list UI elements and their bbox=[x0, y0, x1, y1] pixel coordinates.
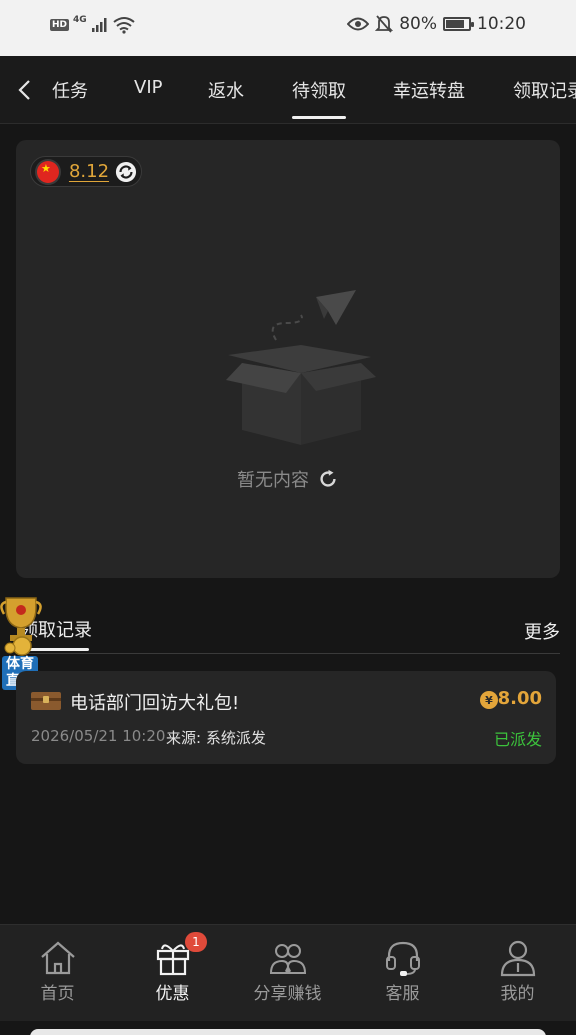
treasure-chest-icon bbox=[31, 692, 61, 710]
hd-badge: HD bbox=[50, 19, 70, 31]
nav-support[interactable]: 客服 bbox=[345, 925, 460, 1022]
nav-label: 优惠 bbox=[155, 984, 190, 1004]
eye-icon bbox=[347, 17, 370, 31]
tab-claim-history[interactable]: 领取记录 bbox=[513, 77, 576, 103]
signal-icon bbox=[91, 18, 107, 32]
tab-tasks[interactable]: 任务 bbox=[52, 77, 88, 103]
divider bbox=[16, 653, 560, 654]
nav-label: 分享赚钱 bbox=[253, 984, 322, 1004]
mute-bell-icon bbox=[375, 15, 394, 33]
balance-value: 8.12 bbox=[68, 161, 110, 182]
wifi-icon bbox=[113, 17, 135, 34]
tab-pending[interactable]: 待领取 bbox=[292, 77, 346, 119]
clock: 10:20 bbox=[477, 14, 526, 34]
status-right: 80% 10:20 bbox=[347, 14, 526, 34]
record-amount: 8.00 bbox=[497, 688, 542, 709]
bottom-nav: 首页 1 优惠 分享赚钱 客服 我的 bbox=[0, 924, 576, 1021]
status-bar: HD 4G 80% 10:20 bbox=[0, 0, 576, 56]
top-tab-nav: 任务 VIP 返水 待领取 幸运转盘 领取记录 bbox=[0, 56, 576, 124]
status-left: HD 4G bbox=[50, 15, 135, 34]
nav-profile[interactable]: 我的 bbox=[460, 925, 575, 1022]
nav-label: 客服 bbox=[385, 984, 420, 1004]
china-flag-icon bbox=[35, 158, 61, 185]
battery-percent: 80% bbox=[399, 14, 437, 34]
tab-vip[interactable]: VIP bbox=[134, 77, 162, 98]
yuan-coin-icon: ¥ bbox=[480, 691, 498, 709]
tab-rebate[interactable]: 返水 bbox=[208, 77, 244, 103]
empty-state: 暂无内容 bbox=[16, 466, 560, 492]
nav-home[interactable]: 首页 bbox=[0, 925, 115, 1022]
refresh-icon[interactable] bbox=[115, 161, 137, 183]
balance-pill: 8.12 bbox=[30, 156, 142, 187]
pending-panel: 8.12 暂无内容 bbox=[16, 140, 560, 578]
tab-lucky-wheel[interactable]: 幸运转盘 bbox=[393, 77, 465, 103]
record-source: 来源: 系统派发 bbox=[166, 729, 266, 747]
nav-share-earn[interactable]: 分享赚钱 bbox=[230, 925, 345, 1022]
home-indicator bbox=[0, 1021, 576, 1035]
share-people-icon bbox=[269, 944, 307, 974]
notification-badge: 1 bbox=[185, 932, 207, 952]
back-arrow-icon[interactable] bbox=[14, 78, 38, 102]
record-date: 2026/05/21 10:20 bbox=[31, 727, 166, 745]
network-type: 4G bbox=[73, 15, 87, 25]
record-status: 已派发 bbox=[493, 730, 542, 749]
nav-label: 首页 bbox=[40, 984, 75, 1004]
battery-icon bbox=[443, 17, 474, 31]
nav-label: 我的 bbox=[500, 984, 535, 1004]
empty-state-text: 暂无内容 bbox=[237, 470, 309, 491]
reload-icon[interactable] bbox=[317, 468, 339, 490]
record-name: 电话部门回访大礼包! bbox=[70, 693, 240, 714]
empty-box-illustration bbox=[226, 290, 376, 445]
headset-icon bbox=[386, 941, 420, 976]
user-icon bbox=[500, 940, 536, 977]
record-item[interactable]: 电话部门回访大礼包! ¥ 8.00 2026/05/21 10:20 来源: 系… bbox=[16, 671, 556, 764]
home-icon bbox=[41, 941, 75, 975]
more-link[interactable]: 更多 bbox=[524, 618, 560, 644]
nav-promotions[interactable]: 1 优惠 bbox=[115, 925, 230, 1022]
records-header: 领取记录 更多 bbox=[0, 598, 576, 656]
